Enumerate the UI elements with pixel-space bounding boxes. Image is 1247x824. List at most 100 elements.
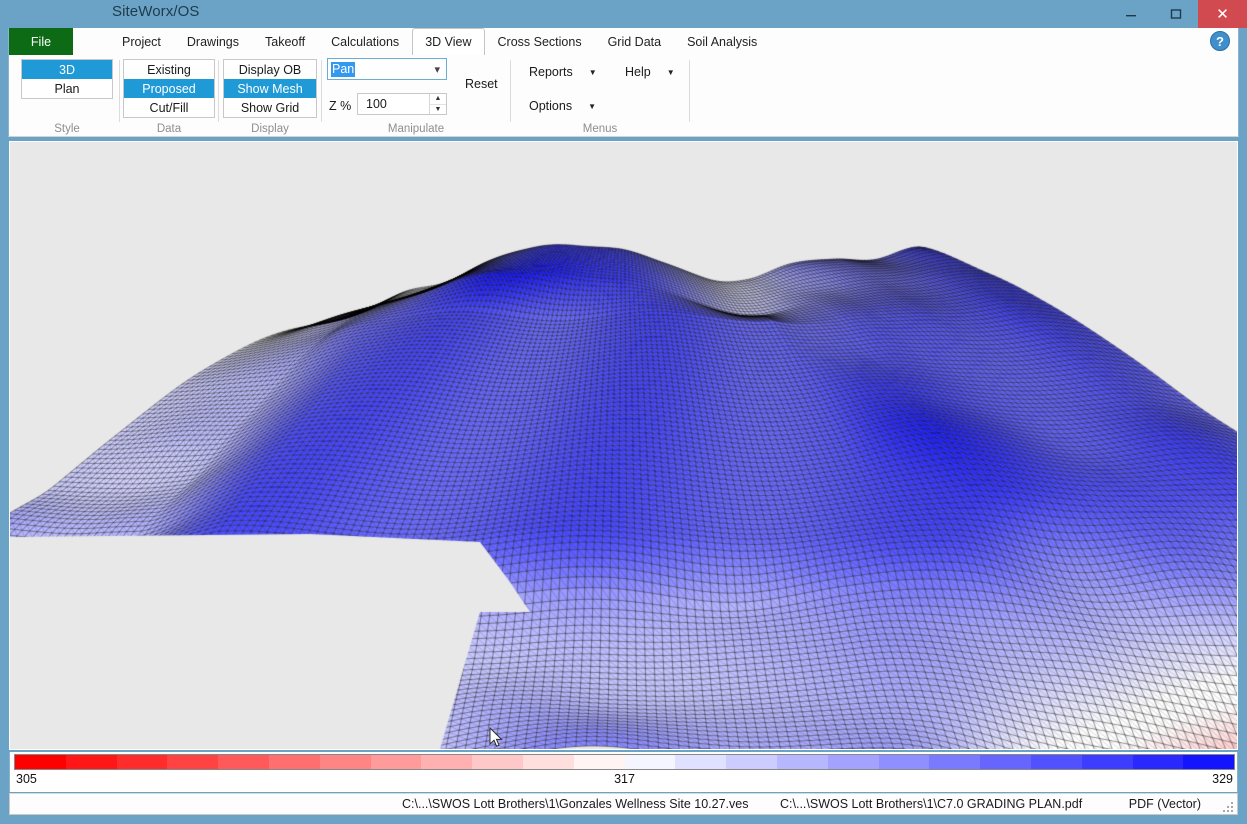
menu-help[interactable]: Help ▼ [625,65,675,79]
group-separator-3 [321,60,322,122]
legend-step [1082,755,1133,769]
tab-cross-sections[interactable]: Cross Sections [485,28,595,55]
z-percent-stepper[interactable]: 100 ▲ ▼ [357,93,447,115]
terrain-mesh-canvas[interactable] [10,142,1237,749]
manipulate-mode-value: Pan [331,62,355,77]
legend-step [269,755,320,769]
legend-step [625,755,676,769]
display-button-show-mesh[interactable]: Show Mesh [224,79,316,98]
ribbon-panel: 3D Plan Style Existing Proposed Cut/Fill… [8,55,1239,137]
data-button-proposed[interactable]: Proposed [124,79,214,98]
legend-step [472,755,523,769]
ribbon-tabs: ProjectDrawingsTakeoffCalculations3D Vie… [109,28,770,55]
status-drawing-type: PDF (Vector) [1129,797,1201,811]
legend-step [218,755,269,769]
style-button-stack: 3D Plan [21,59,113,99]
minimize-button[interactable] [1108,0,1153,28]
title-bar: SiteWorx/OS ✕ [0,0,1247,28]
maximize-button[interactable] [1153,0,1198,28]
menu-options[interactable]: Options ▼ [529,99,596,113]
menu-options-label: Options [529,99,572,113]
legend-step [879,755,930,769]
menu-reports-label: Reports [529,65,573,79]
legend-step [1133,755,1184,769]
status-project-file: C:\...\SWOS Lott Brothers\1\Gonzales Wel… [402,797,748,811]
legend-step [929,755,980,769]
legend-step [117,755,168,769]
status-drawing-file: C:\...\SWOS Lott Brothers\1\C7.0 GRADING… [780,797,1082,811]
group-separator-1 [119,60,120,122]
spinner-down-icon[interactable]: ▼ [430,105,446,115]
chevron-down-icon: ▼ [667,68,675,77]
status-bar: C:\...\SWOS Lott Brothers\1\Gonzales Wel… [9,793,1238,815]
display-button-show-grid[interactable]: Show Grid [224,98,316,117]
tab-file[interactable]: File [9,28,73,55]
menu-help-label: Help [625,65,651,79]
application-window: SiteWorx/OS ✕ File ProjectDrawingsTakeof… [0,0,1247,824]
group-label-menus: Menus [512,123,688,135]
legend-step [523,755,574,769]
tab-drawings[interactable]: Drawings [174,28,252,55]
display-button-display-ob[interactable]: Display OB [224,60,316,79]
ribbon-group-style: 3D Plan Style [15,55,119,137]
window-controls: ✕ [1108,0,1247,28]
legend-color-ramp [14,754,1235,770]
tab-3d-view[interactable]: 3D View [412,28,484,55]
legend-min-label: 305 [16,772,37,786]
manipulate-mode-select[interactable]: Pan ▾ [327,58,447,80]
display-button-stack: Display OB Show Mesh Show Grid [223,59,317,118]
legend-step [1183,755,1234,769]
group-label-data: Data [121,123,217,135]
group-separator-2 [218,60,219,122]
z-percent-label: Z % [329,99,351,113]
legend-step [371,755,422,769]
legend-step [726,755,777,769]
help-icon[interactable]: ? [1210,31,1230,51]
ribbon-group-display: Display OB Show Mesh Show Grid Display [220,55,320,137]
group-separator-4 [510,60,511,122]
legend-step [574,755,625,769]
reset-button[interactable]: Reset [465,77,498,91]
menu-reports[interactable]: Reports ▼ [529,65,597,79]
legend-step [1031,755,1082,769]
group-separator-5 [689,60,690,122]
tab-calculations[interactable]: Calculations [318,28,412,55]
ribbon-group-menus: Reports ▼ Help ▼ Options ▼ Menus [512,55,688,137]
legend-step [66,755,117,769]
tab-project[interactable]: Project [109,28,174,55]
legend-mid-label: 317 [614,772,635,786]
legend-step [15,755,66,769]
ribbon-group-manipulate: Pan ▾ Z % 100 ▲ ▼ Reset Manipulate [323,55,509,137]
legend-step [421,755,472,769]
z-percent-value: 100 [358,94,429,114]
group-label-display: Display [220,123,320,135]
tab-soil-analysis[interactable]: Soil Analysis [674,28,770,55]
legend-step [320,755,371,769]
legend-max-label: 329 [1212,772,1233,786]
style-button-3d[interactable]: 3D [22,60,112,79]
data-button-existing[interactable]: Existing [124,60,214,79]
elevation-legend: 305 317 329 [9,752,1238,792]
group-label-manipulate: Manipulate [323,123,509,135]
close-button[interactable]: ✕ [1198,0,1247,28]
window-title: SiteWorx/OS [112,3,200,20]
z-percent-spin-buttons: ▲ ▼ [429,94,446,114]
tab-takeoff[interactable]: Takeoff [252,28,318,55]
chevron-down-icon: ▾ [434,63,440,76]
legend-step [675,755,726,769]
legend-step [777,755,828,769]
style-button-plan[interactable]: Plan [22,79,112,98]
spinner-up-icon[interactable]: ▲ [430,94,446,105]
minimize-icon [1125,8,1137,20]
legend-step [167,755,218,769]
tab-grid-data[interactable]: Grid Data [595,28,675,55]
chevron-down-icon: ▼ [588,102,596,111]
group-label-style: Style [15,123,119,135]
ribbon-group-data: Existing Proposed Cut/Fill Data [121,55,217,137]
data-button-cutfill[interactable]: Cut/Fill [124,98,214,117]
legend-step [980,755,1031,769]
data-button-stack: Existing Proposed Cut/Fill [123,59,215,118]
resize-grip-icon[interactable] [1221,800,1233,812]
3d-viewport[interactable] [9,141,1238,750]
maximize-icon [1170,8,1182,20]
